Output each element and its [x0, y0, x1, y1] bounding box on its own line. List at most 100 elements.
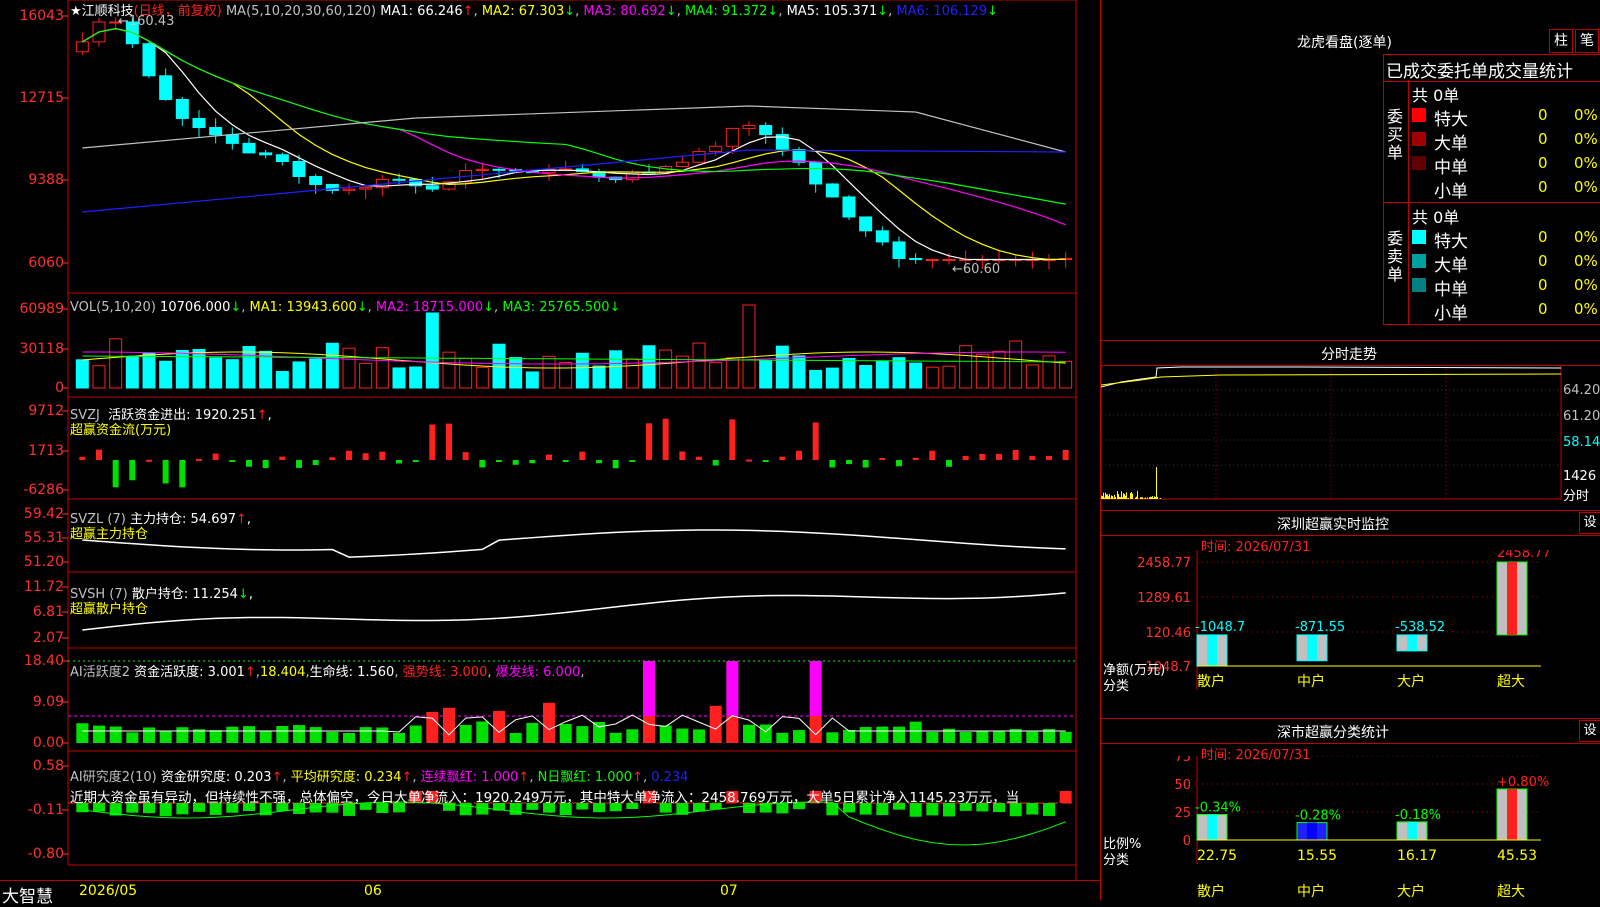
activity-bar — [343, 733, 355, 743]
volume-bar — [993, 351, 1005, 388]
sz-class-title: 深市超赢分类统计 — [1277, 722, 1389, 742]
activity-bar — [426, 712, 438, 743]
candle — [360, 188, 372, 189]
kline-chart-area[interactable] — [0, 0, 1100, 900]
sell-order-block: 委卖单 共 0单 特大00%大单00%中单00%小单00% — [1383, 202, 1600, 325]
dragon-tabs[interactable]: 已成交委托单成交量统计 — [1383, 54, 1600, 82]
flow-bar — [763, 460, 769, 462]
activity-bar — [543, 703, 555, 743]
intraday-volume-bar — [1132, 494, 1133, 499]
flow-bar — [1013, 450, 1019, 460]
tick-mode-button[interactable]: 笔 — [1575, 29, 1599, 53]
order-row: 小单00% — [1412, 176, 1600, 198]
bar-value-label: +0.80% — [1497, 775, 1549, 790]
flow-bar — [346, 451, 352, 460]
axis-label: -0.80 — [2, 846, 64, 862]
bar-mode-button[interactable]: 柱 — [1549, 29, 1573, 53]
bar-value-label: -871.55 — [1295, 620, 1345, 635]
candle — [260, 153, 272, 155]
activity-bar — [726, 716, 738, 743]
intraday-vol-label: 分时 — [1563, 485, 1589, 504]
intraday-chart[interactable] — [1101, 365, 1600, 505]
flow-bar — [946, 460, 952, 467]
candle — [793, 150, 805, 163]
flow-bar — [746, 460, 752, 462]
axis-label: 25 — [1174, 806, 1191, 821]
low-marker: ←60.60 — [952, 262, 1000, 277]
candle — [493, 169, 505, 170]
bar-value-label: 2458.77 — [1497, 550, 1551, 561]
svzl-subtitle: 超赢主力持仓 — [70, 523, 148, 542]
ma-line — [82, 29, 1065, 225]
volume-bar — [376, 348, 388, 388]
flow-bar — [796, 451, 802, 460]
ai-comment: 近期大资金虽有异动，但持续性不强，总体偏空，今日大单净流入：1920.249万元… — [70, 786, 1100, 806]
sz-class-settings-button[interactable]: 设 — [1579, 720, 1600, 742]
order-row: 特大00% — [1412, 104, 1600, 126]
intraday-volume-bar — [1156, 467, 1157, 499]
order-size-label: 小单 — [1434, 299, 1468, 324]
flow-bar — [713, 460, 719, 466]
flow-bar — [879, 458, 885, 460]
category-bar-core — [1307, 635, 1317, 661]
ma3-label: MA3: 80.692↓ — [583, 4, 676, 19]
order-row: 大单00% — [1412, 250, 1600, 272]
intraday-volume-bar — [1153, 498, 1154, 499]
candle — [476, 169, 488, 170]
flow-bar — [263, 460, 269, 468]
intraday-volume-bar — [1104, 498, 1105, 499]
activity-bar — [693, 729, 705, 743]
activity-bar — [743, 725, 755, 743]
order-count: 0 — [1538, 300, 1548, 318]
ma-label: MA(5,10,20,30,60,120) — [226, 4, 376, 19]
activity-bar — [126, 732, 138, 743]
axis-label: 55.31 — [2, 530, 64, 546]
volume-bar — [493, 344, 505, 388]
volume-bar — [560, 362, 572, 388]
axis-label: 50 — [1174, 778, 1191, 793]
category-label: 散户 — [1197, 673, 1225, 690]
category-bar-core — [1507, 789, 1517, 840]
flow-bar — [396, 460, 402, 463]
intraday-volume-bar — [1157, 497, 1158, 499]
activity-bar — [93, 726, 105, 743]
sz-monitor-chart[interactable]: 2458.771289.61120.46-1048.7-1048.7-871.5… — [1101, 550, 1600, 720]
main-position-line — [82, 530, 1065, 557]
axis-label: 51.20 — [2, 554, 64, 570]
category-label: 中户 — [1297, 883, 1325, 900]
flow-bar — [679, 451, 685, 460]
flow-bar — [196, 459, 202, 461]
candle — [276, 155, 288, 162]
activity-bar — [310, 727, 322, 743]
activity-bar — [493, 711, 505, 743]
ai-research-header: AI研究度2(10) 资金研究度: 0.203↑, 平均研究度: 0.234↑,… — [70, 766, 688, 785]
candle — [726, 128, 738, 146]
sz-monitor-settings-button[interactable]: 设 — [1579, 512, 1600, 534]
activity-bar — [843, 730, 855, 743]
flow-bar — [463, 452, 469, 460]
intraday-avg-line — [1101, 374, 1561, 385]
volume-bar — [410, 367, 422, 388]
category-label: 大户 — [1397, 673, 1425, 690]
dragon-tab-label[interactable]: 已成交委托单成交量统计 — [1386, 57, 1573, 82]
axis-label: 9.09 — [2, 694, 64, 710]
intraday-volume-bar — [1144, 498, 1145, 499]
axis-label: 0.58 — [2, 758, 64, 774]
category-label: 22.75 — [1197, 848, 1237, 864]
brand-logo[interactable]: 大智慧 — [2, 882, 53, 907]
flow-bar — [213, 454, 219, 460]
intraday-volume-bar — [1101, 496, 1102, 499]
flow-bar — [929, 451, 935, 460]
bar-value-label: -0.34% — [1195, 801, 1241, 816]
candle — [210, 128, 222, 135]
flow-bar — [629, 460, 635, 462]
volume-bar — [93, 366, 105, 388]
flow-bar — [446, 424, 452, 460]
order-percent: 0% — [1574, 252, 1598, 270]
sz-class-chart[interactable]: 7550250-0.34%-0.28%-0.18%+0.80%22.7515.5… — [1101, 756, 1600, 900]
volume-bar — [426, 313, 438, 388]
intraday-volume-bar — [1117, 491, 1118, 499]
intraday-volume-bar — [1111, 495, 1112, 499]
volume-bar — [110, 339, 122, 388]
axis-label: 30118 — [2, 341, 64, 357]
